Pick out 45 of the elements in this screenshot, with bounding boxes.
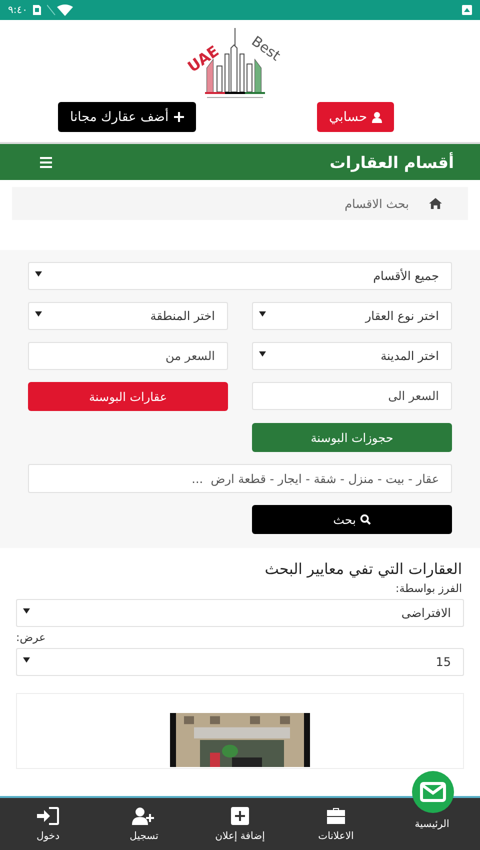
caret-icon xyxy=(23,657,30,663)
display-label: عرض: xyxy=(16,631,46,644)
property-type-select[interactable]: اختر نوع العقار xyxy=(252,302,452,330)
breadcrumb-item: بحث الاقسام xyxy=(344,196,409,210)
caret-icon xyxy=(23,608,30,614)
price-from-field[interactable]: السعر من xyxy=(28,342,228,370)
sort-select[interactable]: الافتراضى xyxy=(16,599,464,627)
price-to-field[interactable]: السعر الى xyxy=(252,382,452,410)
section-title: أقسام العقارات xyxy=(330,152,454,172)
message-button[interactable] xyxy=(412,771,454,813)
results-heading: العقارات التي تفي معايير البحث xyxy=(264,560,463,578)
nav-item[interactable]: الاعلانات xyxy=(288,798,384,850)
search-button[interactable]: بحث xyxy=(252,505,452,534)
search-icon xyxy=(360,514,371,525)
region-select[interactable]: اختر المنطقة xyxy=(28,302,228,330)
caret-icon xyxy=(35,311,42,317)
keyword-field[interactable]: عقار - بيت - منزل - شقة - ايجار - قطعة ارض ... xyxy=(28,464,452,493)
caret-icon xyxy=(35,271,42,277)
nav-item[interactable]: دخول xyxy=(0,798,96,850)
nav-item[interactable]: تسجيل xyxy=(96,798,192,850)
nav-item[interactable]: إضافة إعلان xyxy=(192,798,288,850)
menu-icon[interactable] xyxy=(40,156,52,168)
sort-label: الفرز بواسطة: xyxy=(394,582,463,595)
account-button[interactable]: حسابي xyxy=(316,102,394,132)
category-select[interactable]: جميع الأقسام xyxy=(28,262,452,290)
user-icon xyxy=(372,112,382,122)
bosnia-bookings-button[interactable]: حجوزات البوسنة xyxy=(252,423,452,452)
city-select[interactable]: اختر المدينة xyxy=(252,342,452,370)
display-count-select[interactable]: 15 xyxy=(16,648,464,676)
sim-icon xyxy=(33,5,42,15)
plus-icon xyxy=(174,112,184,122)
bosnia-properties-button[interactable]: عقارات البوسنة xyxy=(28,382,228,411)
add-property-button[interactable]: أضف عقارك مجانا xyxy=(58,102,196,132)
caret-icon xyxy=(259,311,266,317)
mail-icon xyxy=(420,782,446,802)
user-plus-icon xyxy=(132,806,156,824)
signal-icon xyxy=(47,4,74,16)
status-time: ٩:٤٠ xyxy=(8,4,28,16)
caret-icon xyxy=(259,351,266,357)
nav-item[interactable]: الرئيسية xyxy=(384,798,480,850)
listing-card[interactable] xyxy=(16,693,464,769)
notification-icon xyxy=(462,5,472,15)
sign-in-icon xyxy=(37,806,59,824)
home-icon[interactable] xyxy=(429,198,442,209)
briefcase-icon xyxy=(326,806,346,824)
